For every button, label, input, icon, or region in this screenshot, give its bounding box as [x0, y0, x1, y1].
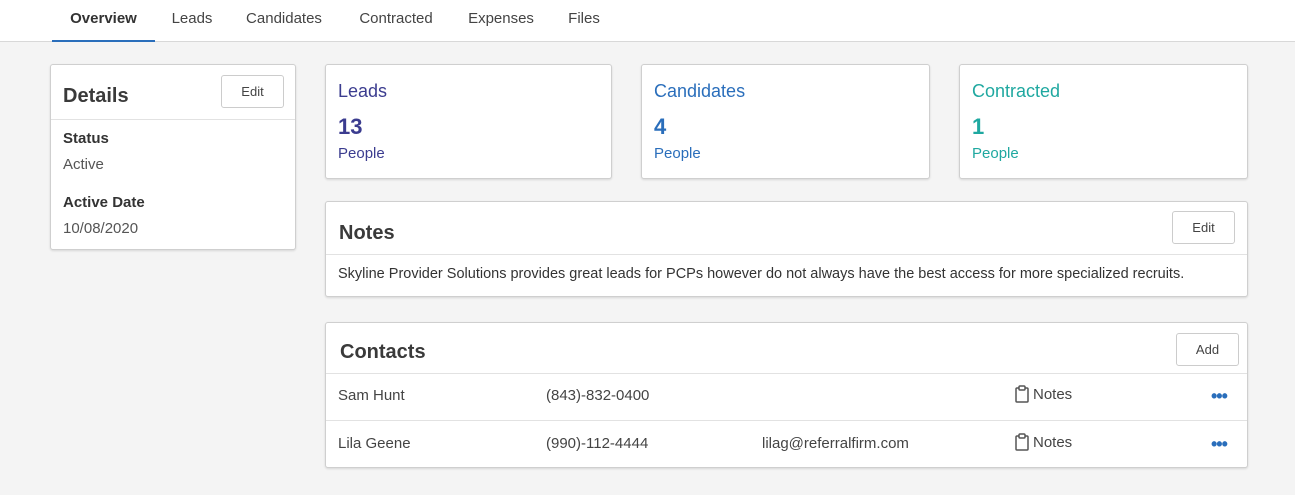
- add-contact-button[interactable]: Add: [1176, 333, 1239, 366]
- status-label: Status: [63, 130, 109, 147]
- active-date-value: 10/08/2020: [63, 220, 139, 237]
- stat-card-leads[interactable]: Leads 13 People: [325, 64, 612, 179]
- row-divider: [326, 420, 1247, 421]
- contact-name: Lila Geene: [338, 435, 411, 452]
- notes-link-label: Notes: [1033, 433, 1073, 451]
- stat-unit: People: [972, 145, 1019, 162]
- contacts-divider: [326, 373, 1247, 374]
- contact-email: lilag@referralfirm.com: [762, 435, 909, 452]
- notes-card: Notes Edit Skyline Provider Solutions pr…: [325, 201, 1248, 297]
- notes-text: Skyline Provider Solutions provides grea…: [338, 266, 1185, 282]
- clipboard-icon: [1015, 385, 1029, 403]
- details-title: Details: [63, 85, 129, 107]
- tab-candidates[interactable]: Candidates: [238, 0, 330, 42]
- contacts-card: Contacts Add Sam Hunt (843)-832-0400 Not…: [325, 322, 1248, 468]
- stat-card-candidates[interactable]: Candidates 4 People: [641, 64, 930, 179]
- stat-unit: People: [338, 145, 385, 162]
- tab-bar: Overview Leads Candidates Contracted Exp…: [0, 0, 1295, 42]
- contact-phone: (843)-832-0400: [546, 387, 650, 404]
- contact-phone: (990)-112-4444: [546, 435, 649, 452]
- stat-label: Contracted: [972, 81, 1061, 101]
- stat-card-contracted[interactable]: Contracted 1 People: [959, 64, 1248, 179]
- stat-value: 1: [972, 114, 985, 139]
- clipboard-icon: [1015, 433, 1029, 451]
- tab-overview[interactable]: Overview: [52, 0, 155, 42]
- notes-divider: [326, 254, 1247, 255]
- notes-link-label: Notes: [1033, 385, 1073, 403]
- contacts-title: Contacts: [340, 341, 426, 363]
- contact-name: Sam Hunt: [338, 387, 405, 404]
- status-value: Active: [63, 156, 104, 173]
- tab-files[interactable]: Files: [561, 0, 607, 42]
- contact-notes-link[interactable]: Notes: [1015, 385, 1072, 403]
- tab-leads[interactable]: Leads: [163, 0, 221, 42]
- stat-unit: People: [654, 145, 701, 162]
- tab-contracted[interactable]: Contracted: [350, 0, 442, 42]
- notes-title: Notes: [339, 222, 395, 244]
- contact-notes-link[interactable]: Notes: [1015, 433, 1072, 451]
- stat-value: 13: [338, 114, 363, 139]
- stat-label: Candidates: [654, 81, 746, 101]
- details-card: Details Edit Status Active Active Date 1…: [50, 64, 296, 250]
- active-date-label: Active Date: [63, 194, 145, 211]
- details-edit-button[interactable]: Edit: [221, 75, 284, 108]
- more-options-icon[interactable]: •••: [1211, 435, 1228, 453]
- details-divider: [51, 119, 295, 120]
- tab-expenses[interactable]: Expenses: [462, 0, 540, 42]
- notes-edit-button[interactable]: Edit: [1172, 211, 1235, 244]
- stat-label: Leads: [338, 81, 388, 101]
- more-options-icon[interactable]: •••: [1211, 387, 1228, 405]
- stat-value: 4: [654, 114, 667, 139]
